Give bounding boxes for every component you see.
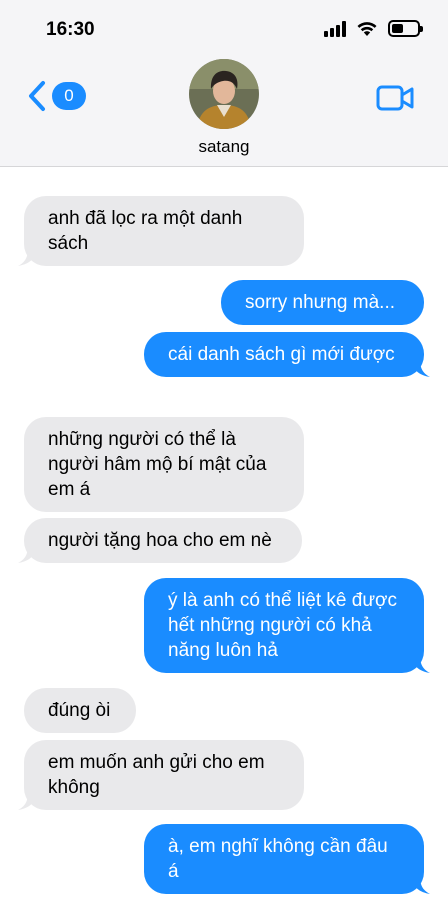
video-call-button[interactable] [376, 85, 414, 116]
bubble-tail [18, 545, 36, 563]
status-time: 16:30 [46, 19, 95, 40]
status-icons [324, 20, 423, 37]
avatar[interactable] [189, 59, 259, 129]
incoming-message[interactable]: những người có thể là người hâm mộ bí mậ… [24, 417, 304, 512]
outgoing-message[interactable]: à, em nghĩ không cần đâu á [144, 824, 430, 894]
message-text: cái danh sách gì mới được [168, 344, 395, 365]
message-text: sorry nhưng mà... [245, 292, 395, 313]
bubble-tail [18, 248, 36, 266]
incoming-message[interactable]: người tặng hoa cho em nè [18, 518, 302, 563]
message-text: người tặng hoa cho em nè [48, 530, 272, 551]
bubble-tail [412, 359, 430, 377]
cellular-signal-icon [324, 20, 346, 37]
outgoing-message[interactable]: cái danh sách gì mới được [144, 332, 430, 377]
outgoing-message[interactable]: ý là anh có thể liệt kê được hết những n… [144, 578, 430, 673]
back-button[interactable]: 0 [28, 80, 86, 112]
chevron-left-icon [29, 81, 45, 111]
incoming-message[interactable]: anh đã lọc ra một danh sách [18, 196, 304, 266]
message-text: ý là anh có thể liệt kê được hết những n… [168, 590, 398, 661]
message-text: đúng òi [48, 700, 111, 721]
conversation-header: 16:30 0 satang [0, 0, 448, 167]
message-text: em muốn anh gửi cho em không [48, 752, 265, 798]
bubble-tail [412, 655, 430, 673]
incoming-message[interactable]: đúng òi [24, 688, 136, 733]
message-text: những người có thể là người hâm mộ bí mậ… [48, 429, 267, 500]
message-text: à, em nghĩ không cần đâu á [168, 836, 388, 882]
battery-icon [388, 20, 423, 37]
incoming-message[interactable]: em muốn anh gửi cho em không [18, 740, 304, 810]
bubble-tail [18, 792, 36, 810]
unread-count-badge: 0 [52, 82, 86, 110]
outgoing-message[interactable]: sorry nhưng mà... [221, 280, 424, 325]
bubble-tail [412, 876, 430, 894]
video-camera-icon [376, 85, 414, 111]
contact-name[interactable]: satang [0, 137, 448, 157]
battery-level [392, 24, 403, 33]
message-text: anh đã lọc ra một danh sách [48, 208, 243, 254]
wifi-icon [357, 22, 377, 36]
